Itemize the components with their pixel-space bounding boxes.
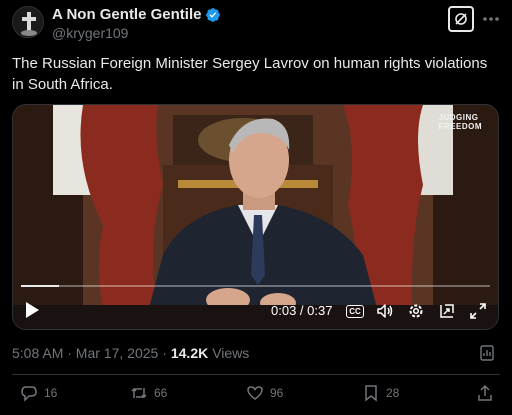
bookmark-button[interactable]: 28	[362, 384, 399, 402]
views-count: 14.2K	[170, 345, 209, 361]
volume-button[interactable]	[376, 302, 394, 320]
heart-icon	[247, 386, 263, 400]
bookmark-count: 28	[386, 386, 400, 400]
reply-icon	[21, 386, 37, 402]
repost-icon	[131, 387, 147, 399]
reply-count: 16	[44, 386, 58, 400]
settings-button[interactable]	[407, 302, 425, 320]
tweet-meta: 5:08 AM · Mar 17, 2025 · 14.2K Views	[12, 345, 249, 361]
repost-button[interactable]: 66	[130, 384, 167, 402]
like-count: 96	[270, 386, 284, 400]
action-bar: 16 66 96 28	[12, 384, 500, 406]
play-icon[interactable]	[23, 301, 41, 319]
captions-button[interactable]: CC	[346, 302, 364, 320]
post-analytics-icon[interactable]	[478, 344, 496, 362]
video-player[interactable]: JUDGING FREEDOM 0:03 / 0:37 CC	[12, 104, 499, 330]
gear-icon	[409, 304, 423, 318]
bookmark-icon	[365, 385, 377, 402]
progress-fill	[21, 285, 59, 287]
video-watermark: JUDGING FREEDOM	[439, 113, 483, 131]
verified-badge-icon	[206, 7, 221, 22]
more-icon	[483, 17, 499, 21]
watermark-line2: FREEDOM	[438, 122, 482, 131]
fullscreen-icon	[470, 303, 486, 319]
tweet-text: The Russian Foreign Minister Sergey Lavr…	[12, 55, 488, 93]
tweet-header: A Non Gentle Gentile @kryger109	[12, 4, 500, 44]
captions-icon: CC	[346, 304, 364, 318]
fullscreen-button[interactable]	[469, 302, 487, 320]
avatar[interactable]	[12, 6, 44, 38]
like-button[interactable]: 96	[246, 384, 283, 402]
share-icon	[478, 384, 492, 401]
divider	[12, 374, 500, 375]
video-controls: 0:03 / 0:37 CC	[13, 295, 498, 325]
progress-bar[interactable]	[21, 285, 490, 287]
watermark-line1: JUDGING	[438, 113, 479, 122]
tweet-timestamp[interactable]: 5:08 AM · Mar 17, 2025 ·	[12, 345, 167, 361]
repost-count: 66	[154, 386, 168, 400]
reply-button[interactable]: 16	[20, 384, 57, 402]
video-time: 0:03 / 0:37	[271, 303, 333, 318]
grok-button[interactable]	[448, 6, 474, 32]
volume-icon	[377, 304, 393, 318]
picture-in-picture-icon	[440, 304, 454, 318]
author-display-name[interactable]: A Non Gentle Gentile	[52, 6, 201, 23]
share-button[interactable]	[476, 384, 494, 402]
more-options-button[interactable]	[482, 10, 500, 28]
author-name-row[interactable]: A Non Gentle Gentile	[52, 6, 221, 23]
grok-icon	[455, 13, 467, 25]
author-handle[interactable]: @kryger109	[52, 25, 128, 41]
views-label: Views	[212, 345, 250, 361]
picture-in-picture-button[interactable]	[438, 302, 456, 320]
